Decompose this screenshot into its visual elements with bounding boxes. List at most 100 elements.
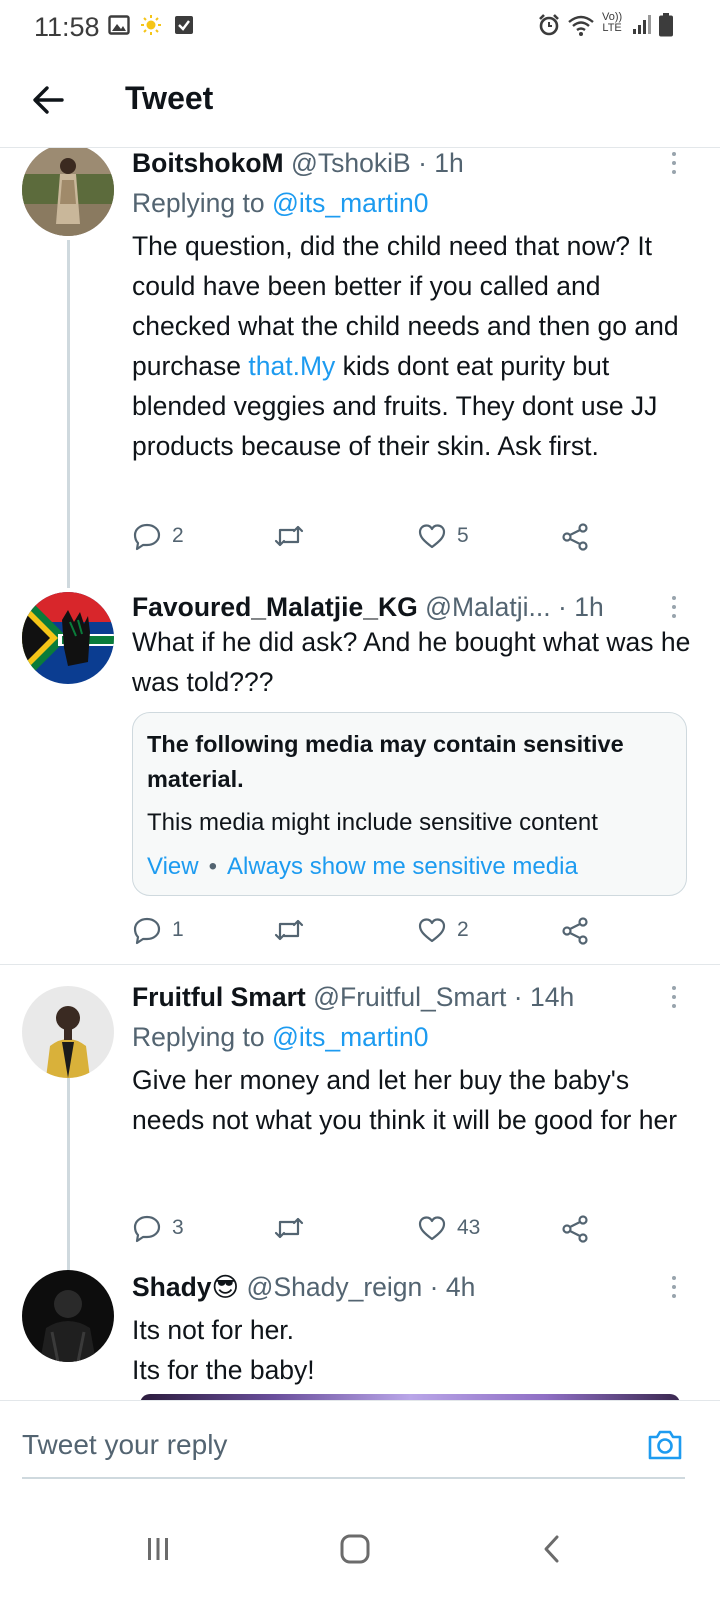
volte-bottom: LTE [602,22,622,34]
replying-to: Replying to @its_martin0 [132,1022,428,1053]
always-show-sensitive-link[interactable]: Always show me sensitive media [227,853,578,880]
like-button[interactable]: 5 [417,518,469,554]
status-bar: 11:58 Vo)) LTE [0,0,720,56]
share-icon [560,1213,590,1243]
tweet-feed[interactable]: BoitshokoM @TshokiB · 1h Replying to @it… [0,148,720,1400]
tweet-item[interactable]: Favoured_Malatjie_KG @Malatji... · 1h Wh… [0,588,720,963]
tweet-text-link[interactable]: that.My [248,351,335,381]
avatar[interactable] [22,986,114,1078]
share-button[interactable] [560,1210,590,1246]
share-button[interactable] [560,912,590,948]
retweet-button[interactable] [272,518,306,554]
display-name[interactable]: Fruitful Smart [132,982,306,1012]
tweet-item[interactable]: Fruitful Smart @Fruitful_Smart · 14h Rep… [0,982,720,1358]
user-handle[interactable]: @TshokiB [291,148,411,178]
tweet-time: · 4h [429,1272,476,1302]
user-handle[interactable]: @Shady_reign [247,1272,423,1302]
tweet-item[interactable]: Shady😎 @Shady_reign · 4h Its not for her… [0,1268,720,1400]
replying-handle-link[interactable]: @its_martin0 [272,188,429,218]
share-icon [560,915,590,945]
tweet-header: Fruitful Smart @Fruitful_Smart · 14h [132,982,680,1013]
gallery-icon [108,14,130,41]
reply-count: 1 [172,918,184,941]
back-icon[interactable] [527,1524,577,1574]
compose-underline [22,1477,685,1479]
alarm-icon [537,13,561,42]
replying-prefix: Replying to [132,1022,272,1052]
sun-icon [140,14,162,41]
divider [0,964,720,965]
tweet-actions: 3 43 [132,1210,602,1246]
tweet-text: The question, did the child need that no… [132,226,692,466]
display-name[interactable]: BoitshokoM [132,148,284,178]
view-media-link[interactable]: View [147,853,199,880]
like-count: 2 [457,918,469,941]
retweet-icon [272,521,306,551]
like-button[interactable]: 43 [417,1210,480,1246]
reply-input[interactable] [22,1425,622,1465]
page-title: Tweet [125,80,214,116]
sunglasses-emoji: 😎 [211,1272,240,1302]
tweet-text: What if he did ask? And he bought what w… [132,627,691,697]
recents-icon[interactable] [133,1524,183,1574]
more-options-icon[interactable] [668,1276,680,1306]
display-name[interactable]: Shady [132,1272,212,1302]
home-icon[interactable] [330,1524,380,1574]
checkbox-icon [174,14,194,41]
replying-prefix: Replying to [132,188,272,218]
retweet-button[interactable] [272,912,306,948]
reply-icon [132,915,162,945]
compose-bar [0,1400,720,1496]
tweet-header: Favoured_Malatjie_KG @Malatji... · 1h [132,592,680,623]
system-nav-bar [0,1496,720,1600]
user-handle[interactable]: @Malatji... [425,592,551,622]
reply-button[interactable]: 3 [132,1210,184,1246]
tweet-time: · 1h [418,148,464,178]
share-button[interactable] [560,518,590,554]
avatar[interactable] [22,1270,114,1362]
tweet-header: BoitshokoM @TshokiB · 1h [132,148,680,179]
tweet-time: · 1h [558,592,604,622]
reply-icon [132,1213,162,1243]
separator-dot: • [208,853,217,880]
more-options-icon[interactable] [668,152,680,182]
heart-icon [417,521,447,551]
heart-icon [417,915,447,945]
reply-count: 2 [172,524,184,547]
user-handle[interactable]: @Fruitful_Smart [313,982,506,1012]
replying-to: Replying to @its_martin0 [132,188,428,219]
reply-button[interactable]: 2 [132,518,184,554]
heart-icon [417,1213,447,1243]
tweet-actions: 2 5 [132,518,602,554]
like-count: 43 [457,1216,481,1239]
retweet-icon [272,915,306,945]
tweet-actions: 1 2 [132,912,602,948]
camera-icon[interactable] [645,1425,685,1465]
reply-icon [132,521,162,551]
tweet-time: · 14h [513,982,575,1012]
thread-line [67,240,70,588]
avatar[interactable] [22,592,114,684]
tweet-text: Its not for her. Its for the baby! [132,1315,315,1385]
like-count: 5 [457,524,469,547]
status-time: 11:58 [34,12,100,42]
replying-handle-link[interactable]: @its_martin0 [272,1022,429,1052]
sensitive-actions: View • Always show me sensitive media [147,853,578,881]
signal-icon [632,14,652,41]
app-header: Tweet [0,56,720,148]
wifi-icon [567,13,595,42]
retweet-button[interactable] [272,1210,306,1246]
tweet-item[interactable]: BoitshokoM @TshokiB · 1h Replying to @it… [0,148,720,588]
display-name[interactable]: Favoured_Malatjie_KG [132,592,418,622]
tweet-text: Give her money and let her buy the baby'… [132,1065,678,1135]
share-icon [560,521,590,551]
arrow-left-icon[interactable] [28,80,68,120]
like-button[interactable]: 2 [417,912,469,948]
tweet-header: Shady😎 @Shady_reign · 4h [132,1272,680,1303]
more-options-icon[interactable] [668,986,680,1016]
battery-icon [659,13,673,42]
sensitive-description: This media might include sensitive conte… [147,809,598,836]
avatar[interactable] [22,148,114,236]
reply-button[interactable]: 1 [132,912,184,948]
volte-icon: Vo)) LTE [602,12,622,34]
